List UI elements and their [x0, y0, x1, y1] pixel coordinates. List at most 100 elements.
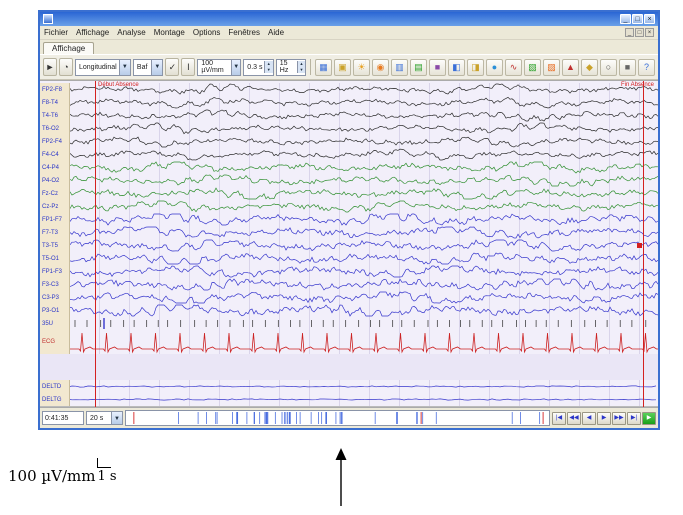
waveform-Cz-Pz[interactable]: [70, 200, 658, 213]
menu-item-fichier[interactable]: Fichier: [44, 28, 68, 37]
event-square-marker[interactable]: [637, 243, 642, 248]
waveform-P4-O2[interactable]: [70, 174, 658, 187]
save-disk-icon[interactable]: ◨: [466, 58, 484, 76]
channel-row-35U: 35U: [40, 317, 658, 330]
page-scale-select[interactable]: 20 s ▼: [86, 411, 123, 425]
waveform-ECG[interactable]: [70, 330, 658, 354]
menu-item-fenêtres[interactable]: Fenêtres: [228, 28, 260, 37]
play-button[interactable]: ▶: [642, 411, 656, 425]
channel-label-FP2-F4: FP2-F4: [40, 135, 70, 148]
waveform-FP1-F3[interactable]: [70, 265, 658, 278]
waveform-F8-T4[interactable]: [70, 96, 658, 109]
waveform-DELTD[interactable]: [70, 380, 658, 393]
trace-area[interactable]: FP2-F8 F8-T4 T4-T6 T6-O2 FP2-F4 F4-C4 C4-P4 P4-…: [40, 80, 658, 407]
lamp-icon[interactable]: ◉: [371, 58, 389, 76]
screen-layout-icon[interactable]: ▣: [333, 58, 351, 76]
waveform-T5-O1[interactable]: [70, 252, 658, 265]
waveform-C4-P4[interactable]: [70, 161, 658, 174]
menu-item-options[interactable]: Options: [193, 28, 221, 37]
waveform-FP2-F8[interactable]: [70, 83, 658, 96]
tab-affichage[interactable]: Affichage: [43, 42, 95, 54]
page-fast-forward-button[interactable]: ▶▶: [612, 411, 626, 425]
channel-row-FP1-F3: FP1-F3: [40, 265, 658, 278]
menu-item-montage[interactable]: Montage: [154, 28, 185, 37]
menu-item-affichage[interactable]: Affichage: [76, 28, 109, 37]
waveform-trace-T6-O2: [70, 122, 658, 135]
waveform-trace-P3-O1: [70, 304, 658, 317]
check-icon[interactable]: ✓: [165, 58, 180, 76]
spinner-arrows-icon[interactable]: ▲ ▼: [263, 61, 273, 73]
waveform-FP1-F7[interactable]: [70, 213, 658, 226]
page-last-button[interactable]: ▶|: [627, 411, 641, 425]
filter-select-value: Baf: [136, 63, 148, 71]
waveform-DELTG[interactable]: [70, 393, 658, 406]
page-fast-back-button[interactable]: ◀◀: [567, 411, 581, 425]
waveform-F4-C4[interactable]: [70, 148, 658, 161]
globe-icon[interactable]: ●: [485, 58, 503, 76]
spike-marker-icon[interactable]: ▲: [561, 58, 579, 76]
waveform-F7-T3[interactable]: [70, 226, 658, 239]
highcut-spinner[interactable]: 15 Hz ▲ ▼: [275, 58, 307, 76]
menu-item-analyse[interactable]: Analyse: [117, 28, 145, 37]
toolbar-separator: [310, 59, 311, 75]
wave-tool-icon[interactable]: ∿: [504, 58, 522, 76]
waveform-trace-T4-T6: [70, 109, 658, 122]
waveform-C3-P3[interactable]: [70, 291, 658, 304]
channel-row-DELTD: DELTD: [40, 380, 658, 393]
tab-row: Affichage: [40, 40, 658, 54]
event-end-cursor[interactable]: [643, 81, 644, 407]
page-forward-button[interactable]: ▶: [597, 411, 611, 425]
waveform-F3-C3[interactable]: [70, 278, 658, 291]
waveform-FP2-F4[interactable]: [70, 135, 658, 148]
mdi-restore-button[interactable]: □: [635, 28, 644, 37]
timebase-spinner[interactable]: 0.3 s ▲ ▼: [243, 58, 274, 76]
waveform-trace-F3-C3: [70, 278, 658, 291]
search-icon[interactable]: ○: [599, 58, 617, 76]
montage-select[interactable]: Longitudinal ▼: [74, 58, 131, 76]
clock-icon[interactable]: ◔: [58, 58, 73, 76]
title-bar[interactable]: _ □ ×: [40, 12, 658, 26]
print-icon[interactable]: ■: [618, 58, 636, 76]
event-start-cursor[interactable]: [95, 81, 96, 407]
channel-label-F3-C3: F3-C3: [40, 278, 70, 291]
waveform-T3-T5[interactable]: [70, 239, 658, 252]
menu-item-aide[interactable]: Aide: [268, 28, 284, 37]
pointer-tool-button[interactable]: ►: [43, 58, 57, 76]
waveform-trace-C3-P3: [70, 291, 658, 304]
histogram-icon[interactable]: ▤: [409, 58, 427, 76]
map-icon[interactable]: ▧: [523, 58, 541, 76]
waveform-T4-T6[interactable]: [70, 109, 658, 122]
figure-canvas: { "figure": { "scale_label": "100 µV/mm"…: [0, 0, 683, 515]
highcut-value: 15 Hz: [279, 60, 289, 74]
recording-overview-strip[interactable]: [125, 410, 550, 426]
slider-icon[interactable]: Ι: [181, 58, 196, 76]
mdi-minimize-button[interactable]: _: [625, 28, 634, 37]
spinner-arrows-icon[interactable]: ▲ ▼: [296, 61, 306, 73]
sensitivity-select[interactable]: 100 µV/mm ▼: [197, 58, 242, 76]
minimize-button[interactable]: _: [620, 14, 631, 24]
page-first-button[interactable]: |◀: [552, 411, 566, 425]
flag-icon[interactable]: ◆: [580, 58, 598, 76]
waveform-35U[interactable]: [70, 317, 658, 330]
video-icon[interactable]: ■: [428, 58, 446, 76]
menu-items: Fichier Affichage Analyse Montage Options Fen…: [44, 28, 292, 37]
columns-icon[interactable]: ▥: [390, 58, 408, 76]
waveform-T6-O2[interactable]: [70, 122, 658, 135]
maximize-button[interactable]: □: [632, 14, 643, 24]
channel-row-P4-O2: P4-O2: [40, 174, 658, 187]
scale-bracket-corner: [97, 458, 112, 468]
grid-display-icon[interactable]: ▦: [314, 58, 332, 76]
time-field[interactable]: 0:41:35: [42, 411, 84, 425]
filter-select[interactable]: Baf ▼: [132, 58, 164, 76]
mdi-close-button[interactable]: ×: [645, 28, 654, 37]
bottom-bar: 0:41:35 20 s ▼ |◀ ◀◀ ◀ ▶ ▶▶ ▶| ▶: [40, 407, 658, 428]
brain-map-icon[interactable]: ▨: [542, 58, 560, 76]
sun-icon[interactable]: ☀: [352, 58, 370, 76]
close-button[interactable]: ×: [644, 14, 655, 24]
navigation-buttons: |◀ ◀◀ ◀ ▶ ▶▶ ▶| ▶: [552, 411, 656, 425]
camera-icon[interactable]: ◧: [447, 58, 465, 76]
waveform-Fz-Cz[interactable]: [70, 187, 658, 200]
waveform-P3-O1[interactable]: [70, 304, 658, 317]
page-back-button[interactable]: ◀: [582, 411, 596, 425]
help-icon[interactable]: ?: [637, 58, 655, 76]
